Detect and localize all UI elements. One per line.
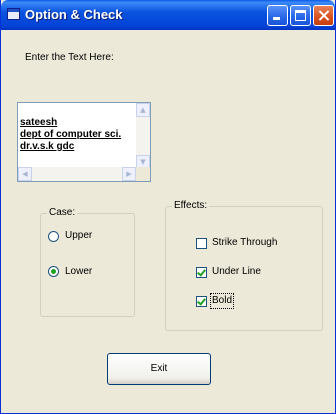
radio-lower-label[interactable]: Lower xyxy=(65,266,92,277)
vertical-scrollbar[interactable]: ▲ ▼ xyxy=(136,103,150,169)
horizontal-scrollbar[interactable]: ◀ ▶ xyxy=(18,167,136,181)
window-title: Option & Check xyxy=(25,7,123,22)
checkbox-strike-through-label[interactable]: Strike Through xyxy=(212,237,277,248)
minimize-icon xyxy=(273,17,280,20)
case-group: Case: xyxy=(40,207,135,317)
close-icon xyxy=(314,6,333,25)
scroll-up-icon[interactable]: ▲ xyxy=(136,103,150,117)
radio-upper-label[interactable]: Upper xyxy=(65,230,92,241)
scroll-right-icon[interactable]: ▶ xyxy=(122,167,136,181)
app-window: Option & Check Enter the Text Here: sate… xyxy=(0,0,336,414)
checkbox-under-line[interactable] xyxy=(196,267,207,278)
close-button[interactable] xyxy=(313,5,334,26)
exit-button[interactable]: Exit xyxy=(107,353,211,385)
check-mark-icon xyxy=(197,296,206,306)
effects-group-title: Effects: xyxy=(172,200,210,211)
checkbox-under-line-label[interactable]: Under Line xyxy=(212,266,261,277)
prompt-label: Enter the Text Here: xyxy=(25,52,114,63)
checkbox-bold[interactable] xyxy=(196,296,207,307)
text-input-content: sateesh dept of computer sci. dr.v.s.k g… xyxy=(20,117,121,153)
text-line: dr.v.s.k gdc xyxy=(20,141,75,152)
maximize-button[interactable] xyxy=(290,5,311,26)
radio-selected-dot xyxy=(51,269,56,274)
maximize-icon xyxy=(295,10,306,21)
scroll-left-icon[interactable]: ◀ xyxy=(18,167,32,181)
minimize-button[interactable] xyxy=(267,5,288,26)
text-line: dept of computer sci. xyxy=(20,129,122,140)
radio-upper[interactable] xyxy=(48,231,59,242)
case-group-title: Case: xyxy=(47,207,78,218)
check-mark-icon xyxy=(197,267,206,277)
app-icon[interactable] xyxy=(7,8,20,20)
scrollbar-corner xyxy=(136,167,150,181)
focus-indicator xyxy=(210,293,234,309)
text-input[interactable]: sateesh dept of computer sci. dr.v.s.k g… xyxy=(17,102,151,182)
radio-lower[interactable] xyxy=(48,266,59,277)
checkbox-strike-through[interactable] xyxy=(196,238,207,249)
text-line: sateesh xyxy=(20,117,58,128)
title-bar[interactable]: Option & Check xyxy=(1,0,335,30)
